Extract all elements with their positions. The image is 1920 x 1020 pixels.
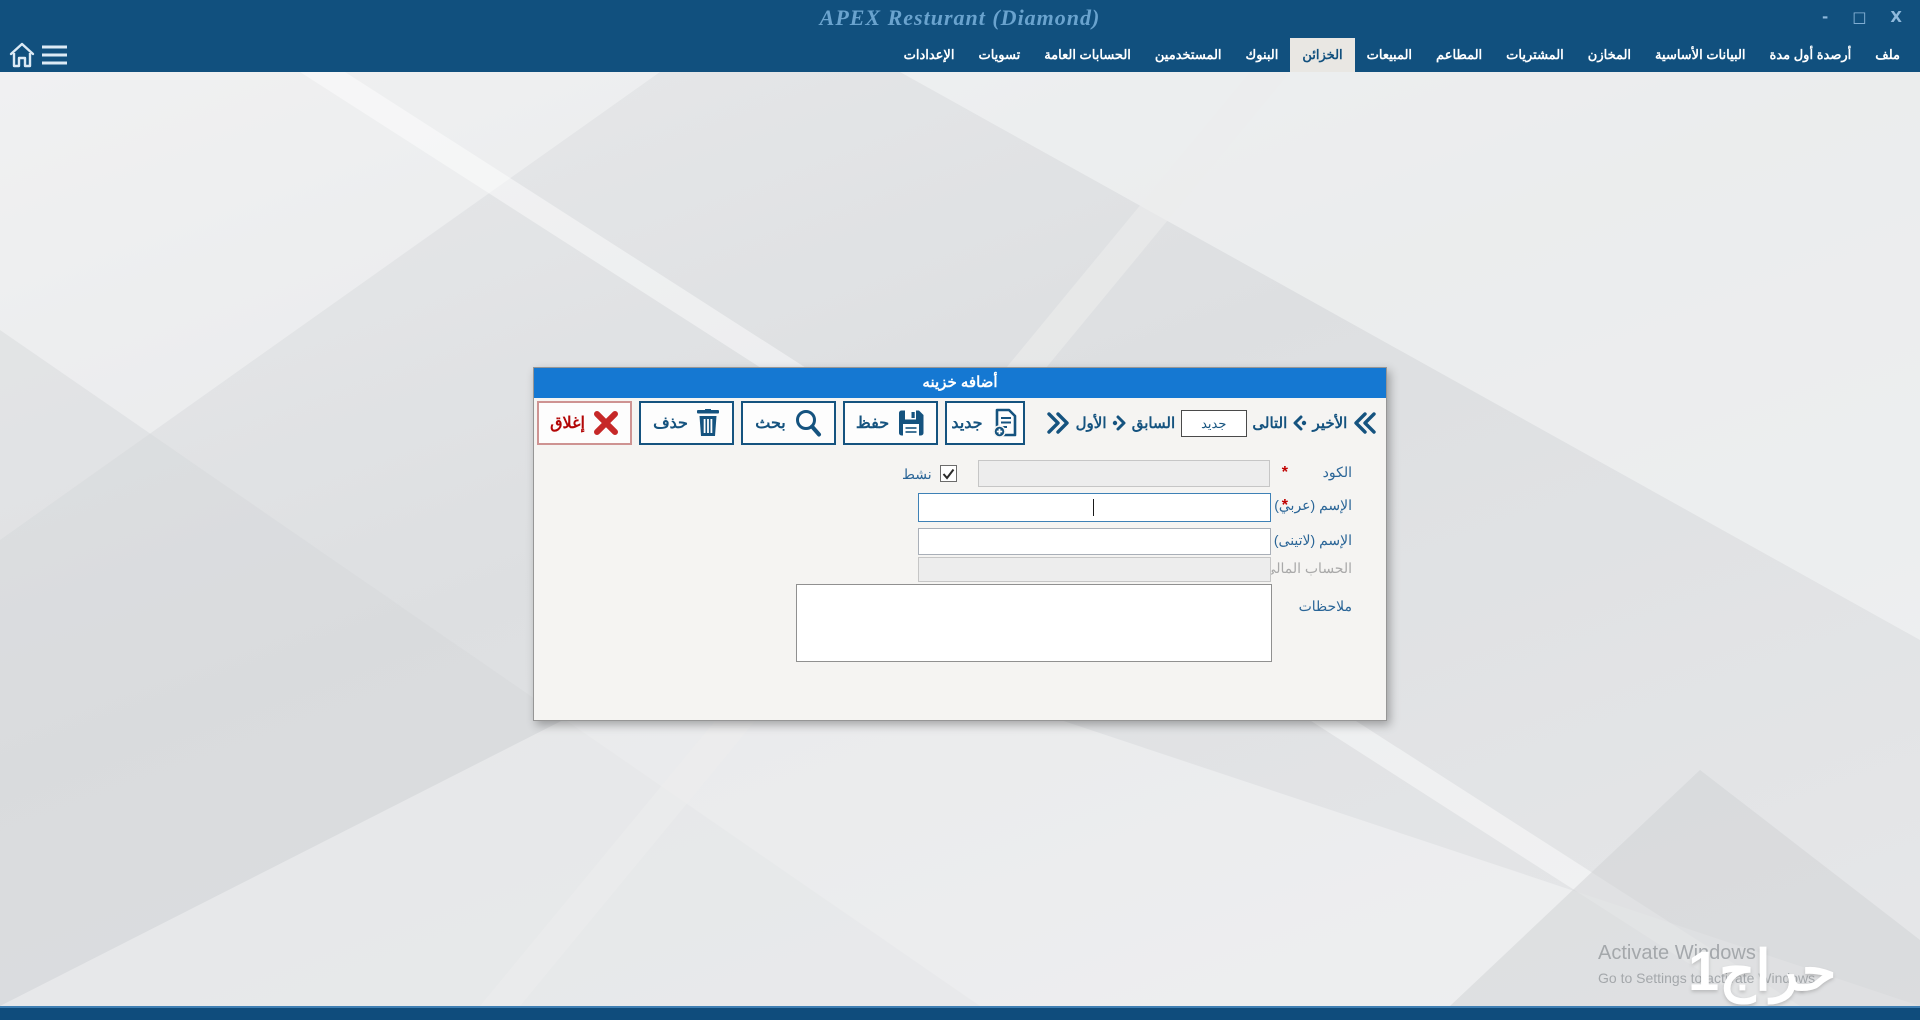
nav-next-button[interactable]: التالى xyxy=(1252,414,1287,432)
menu-item-banks[interactable]: البنوك xyxy=(1234,38,1291,72)
new-button[interactable]: جديد xyxy=(945,401,1025,445)
window-controls: - □ X xyxy=(1822,8,1902,26)
menu-item-warehouses[interactable]: المخازن xyxy=(1576,38,1643,72)
add-treasury-dialog: أضافه خزينه إغلاق حذف بحث xyxy=(533,367,1387,721)
nav-previous-button[interactable]: السابق xyxy=(1132,414,1175,432)
minimize-button[interactable]: - xyxy=(1822,8,1828,26)
active-checkbox[interactable] xyxy=(940,465,957,482)
search-button-label: بحث xyxy=(755,413,786,433)
menu-item-restaurants[interactable]: المطاعم xyxy=(1424,38,1494,72)
save-button-label: حفظ xyxy=(856,413,889,433)
menu-item-file[interactable]: ملف xyxy=(1863,38,1912,72)
app-title: APEX Resturant (Diamond) xyxy=(0,5,1920,31)
main-menu: ملف أرصدة أول مدة البيانات الأساسية المخ… xyxy=(892,38,1912,72)
nav-last-button[interactable]: الأخير xyxy=(1313,414,1348,432)
menu-item-settlements[interactable]: تسويات xyxy=(966,38,1032,72)
nav-chevron-left-icon[interactable] xyxy=(1293,415,1307,431)
new-button-label: جديد xyxy=(951,413,982,433)
menu-item-treasuries[interactable]: الخزائن xyxy=(1290,38,1354,72)
close-button-label: إغلاق xyxy=(550,413,585,433)
delete-button-label: حذف xyxy=(653,413,688,433)
save-button[interactable]: حفظ xyxy=(843,401,938,445)
menu-item-purchases[interactable]: المشتريات xyxy=(1494,38,1576,72)
record-state-box: جديد xyxy=(1181,410,1247,437)
name-arabic-required-marker: * xyxy=(1282,497,1288,515)
name-arabic-input[interactable] xyxy=(918,493,1271,522)
notes-textarea[interactable] xyxy=(796,584,1272,662)
code-input[interactable] xyxy=(978,460,1270,487)
site-watermark: حراج1 xyxy=(1688,938,1836,1004)
record-navigation: الأول السابق جديد التالى الأخير xyxy=(1032,401,1383,445)
active-label: نشط xyxy=(902,466,932,483)
nav-double-chevron-left-icon[interactable] xyxy=(1353,412,1377,434)
close-window-button[interactable]: X xyxy=(1890,8,1902,26)
code-label: الكود xyxy=(1323,464,1352,481)
menu-item-sales[interactable]: المبيعات xyxy=(1355,38,1424,72)
status-bar xyxy=(0,1006,1920,1020)
trash-icon xyxy=(696,409,720,437)
top-bar: APEX Resturant (Diamond) - □ X ملف أرصدة… xyxy=(0,0,1920,72)
dialog-title: أضافه خزينه xyxy=(534,368,1386,398)
search-icon xyxy=(794,409,822,437)
dialog-toolbar: إغلاق حذف بحث حفظ xyxy=(537,401,1383,445)
home-icon[interactable] xyxy=(8,41,36,69)
maximize-button[interactable]: □ xyxy=(1852,8,1866,26)
notes-label: ملاحظات xyxy=(1299,598,1352,615)
menu-item-settings[interactable]: الإعدادات xyxy=(892,38,967,72)
menu-item-opening-balances[interactable]: أرصدة أول مدة xyxy=(1758,38,1864,72)
save-icon xyxy=(897,409,925,437)
new-document-icon xyxy=(991,408,1019,438)
hamburger-menu-icon[interactable] xyxy=(41,45,68,66)
menu-item-general-accounts[interactable]: الحسابات العامة xyxy=(1032,38,1143,72)
close-button[interactable]: إغلاق xyxy=(537,401,632,445)
delete-button[interactable]: حذف xyxy=(639,401,734,445)
financial-account-label: الحساب المالى xyxy=(1265,560,1352,577)
text-caret xyxy=(1093,499,1094,516)
code-required-marker: * xyxy=(1282,464,1288,482)
close-x-icon xyxy=(593,410,619,436)
name-latin-input[interactable] xyxy=(918,528,1271,555)
name-latin-label: الإسم (لاتينى) xyxy=(1274,532,1352,549)
menu-item-basic-data[interactable]: البيانات الأساسية xyxy=(1643,38,1757,72)
menu-item-users[interactable]: المستخدمين xyxy=(1143,38,1234,72)
nav-chevron-right-icon[interactable] xyxy=(1112,415,1126,431)
financial-account-input[interactable] xyxy=(918,557,1271,582)
search-button[interactable]: بحث xyxy=(741,401,836,445)
nav-double-chevron-right-icon[interactable] xyxy=(1046,412,1070,434)
nav-first-button[interactable]: الأول xyxy=(1076,414,1107,432)
